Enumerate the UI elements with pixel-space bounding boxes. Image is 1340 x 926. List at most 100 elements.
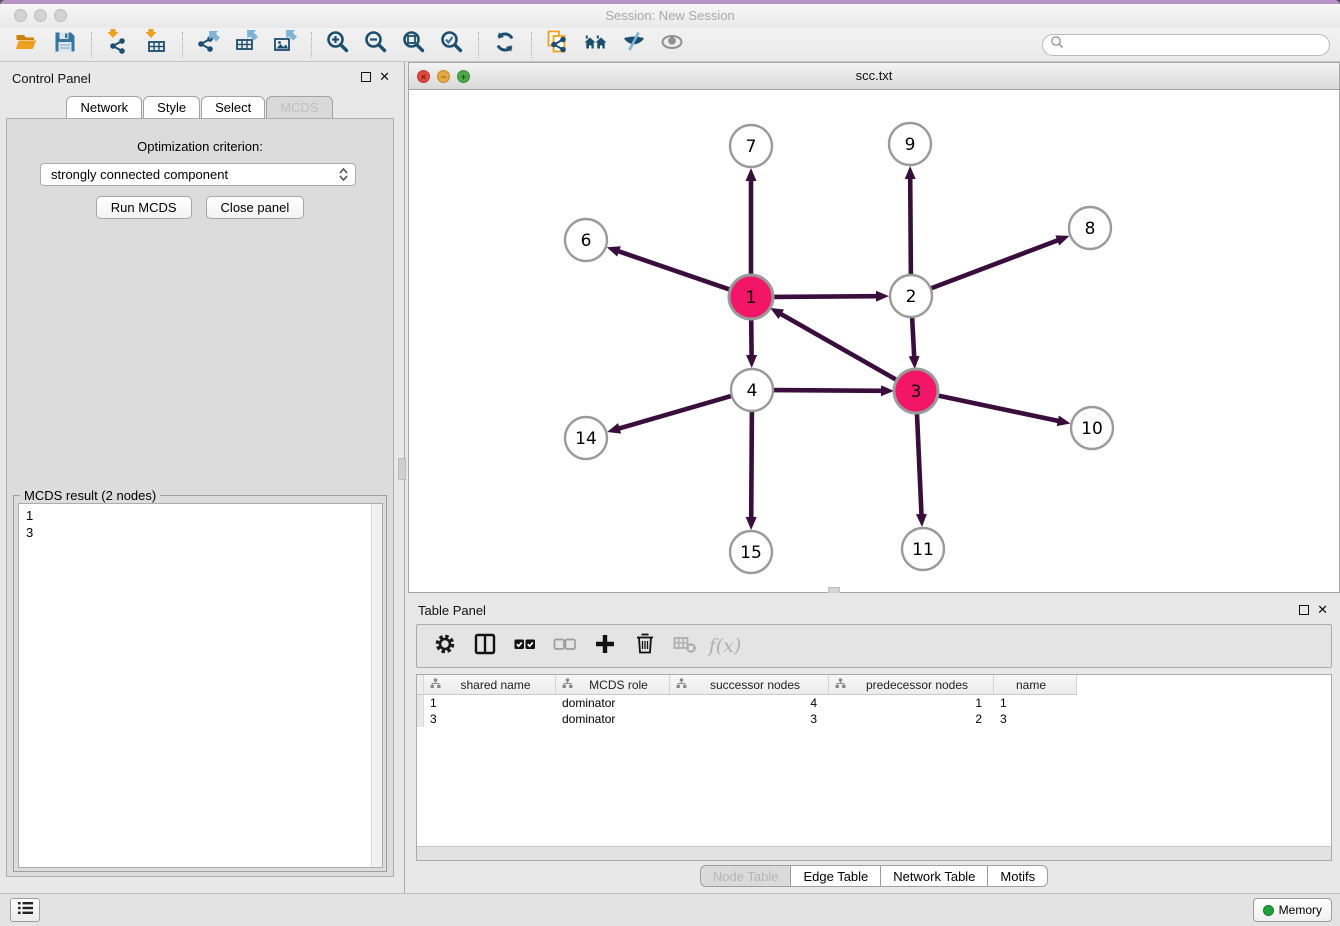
criterion-dropdown[interactable]: strongly connected component bbox=[40, 163, 356, 186]
task-history-button[interactable] bbox=[10, 898, 40, 922]
tab-motifs[interactable]: Motifs bbox=[987, 865, 1048, 887]
graph-edge-4-3[interactable] bbox=[773, 390, 882, 391]
graph-edge-2-3[interactable] bbox=[912, 317, 914, 357]
graph-edge-3-10[interactable] bbox=[937, 395, 1059, 421]
table-panel-title: Table Panel bbox=[418, 603, 486, 618]
export-image-icon bbox=[272, 29, 298, 60]
splitter-handle[interactable] bbox=[398, 458, 406, 480]
toolbar-separator bbox=[478, 32, 479, 58]
graph-node-7[interactable]: 7 bbox=[730, 125, 772, 167]
show-columns-button[interactable] bbox=[467, 631, 503, 661]
export-network-button[interactable] bbox=[190, 30, 228, 60]
graph-node-8[interactable]: 8 bbox=[1069, 207, 1111, 249]
toolbar-separator bbox=[182, 32, 183, 58]
tab-style[interactable]: Style bbox=[143, 96, 200, 118]
graph-node-9[interactable]: 9 bbox=[889, 123, 931, 165]
import-network-button[interactable] bbox=[99, 30, 137, 60]
import-network-icon bbox=[105, 29, 131, 60]
column-header-MCDS-role[interactable]: MCDS role bbox=[556, 675, 670, 695]
column-type-icon bbox=[424, 678, 444, 692]
graph-node-4[interactable]: 4 bbox=[731, 369, 773, 411]
graph-edge-4-14[interactable] bbox=[619, 396, 732, 429]
network-canvas[interactable]: 7 9 6 8 1 2 4 3 14 10 15 11 bbox=[409, 90, 1339, 592]
refresh-network-icon bbox=[492, 29, 518, 60]
zoom-out-button[interactable] bbox=[357, 30, 395, 60]
graph-node-1[interactable]: 1 bbox=[729, 275, 773, 319]
float-panel-icon[interactable] bbox=[361, 72, 371, 82]
svg-text:1: 1 bbox=[746, 288, 757, 308]
show-graphics-icon bbox=[659, 29, 685, 60]
search-input[interactable] bbox=[1064, 36, 1329, 54]
save-session-icon bbox=[52, 29, 78, 60]
close-panel-icon[interactable]: ✕ bbox=[379, 71, 390, 83]
zoom-fit-button[interactable] bbox=[395, 30, 433, 60]
mcds-result-textarea[interactable]: 13 bbox=[18, 503, 383, 868]
zoom-selected-button[interactable] bbox=[433, 30, 471, 60]
float-panel-icon[interactable] bbox=[1299, 605, 1309, 615]
scrollbar-track[interactable] bbox=[417, 846, 1331, 860]
table-cell: 4 bbox=[670, 695, 829, 711]
delete-column-button[interactable] bbox=[627, 631, 663, 661]
select-all-columns-button[interactable] bbox=[507, 631, 543, 661]
refresh-network-button[interactable] bbox=[486, 30, 524, 60]
memory-button[interactable]: Memory bbox=[1253, 898, 1332, 922]
graph-edge-1-2[interactable] bbox=[772, 296, 877, 297]
deselect-all-columns-button[interactable] bbox=[547, 631, 583, 661]
column-header-predecessor-nodes[interactable]: predecessor nodes bbox=[829, 675, 994, 695]
clone-network-icon bbox=[545, 29, 571, 60]
tab-network-table[interactable]: Network Table bbox=[880, 865, 988, 887]
graph-edge-2-8[interactable] bbox=[931, 240, 1059, 288]
graph-node-3[interactable]: 3 bbox=[894, 369, 938, 413]
application-window: Session: New Session Control Panel ✕ Net… bbox=[0, 0, 1340, 926]
graph-node-10[interactable]: 10 bbox=[1071, 407, 1113, 449]
graph-node-15[interactable]: 15 bbox=[730, 531, 772, 573]
zoom-in-button[interactable] bbox=[319, 30, 357, 60]
tab-node-table[interactable]: Node Table bbox=[700, 865, 792, 887]
graph-edge-2-9[interactable] bbox=[910, 178, 911, 275]
export-table-button[interactable] bbox=[228, 30, 266, 60]
scrollbar-track[interactable] bbox=[371, 504, 382, 867]
graph-edge-1-6[interactable] bbox=[618, 251, 731, 290]
search-box[interactable] bbox=[1042, 34, 1330, 56]
tab-network[interactable]: Network bbox=[66, 96, 142, 118]
table-settings-icon bbox=[432, 631, 458, 662]
svg-text:8: 8 bbox=[1085, 219, 1096, 239]
table-row[interactable]: 3dominator323 bbox=[417, 711, 1077, 727]
export-network-icon bbox=[196, 29, 222, 60]
column-header-successor-nodes[interactable]: successor nodes bbox=[670, 675, 829, 695]
network-window-titlebar[interactable]: × − + scc.txt bbox=[409, 63, 1339, 90]
graph-node-6[interactable]: 6 bbox=[565, 219, 607, 261]
open-session-button[interactable] bbox=[8, 30, 46, 60]
graph-node-2[interactable]: 2 bbox=[890, 275, 932, 317]
graph-edge-3-11[interactable] bbox=[917, 412, 922, 515]
close-panel-icon[interactable]: ✕ bbox=[1317, 604, 1328, 616]
tab-select[interactable]: Select bbox=[201, 96, 265, 118]
graph-node-14[interactable]: 14 bbox=[565, 417, 607, 459]
show-graphics-button[interactable] bbox=[653, 30, 691, 60]
toolbar-separator bbox=[311, 32, 312, 58]
table-settings-button[interactable] bbox=[427, 631, 463, 661]
hide-graphics-button[interactable] bbox=[615, 30, 653, 60]
tab-mcds[interactable]: MCDS bbox=[266, 96, 332, 118]
run-mcds-button[interactable]: Run MCDS bbox=[96, 196, 192, 219]
add-column-button[interactable] bbox=[587, 631, 623, 661]
graph-edge-4-15[interactable] bbox=[751, 411, 752, 518]
search-icon bbox=[1050, 35, 1064, 54]
export-image-button[interactable] bbox=[266, 30, 304, 60]
column-header-name[interactable]: name bbox=[994, 675, 1077, 695]
clone-network-button[interactable] bbox=[539, 30, 577, 60]
save-session-button[interactable] bbox=[46, 30, 84, 60]
import-table-button[interactable] bbox=[137, 30, 175, 60]
column-header-shared-name[interactable]: shared name bbox=[424, 675, 556, 695]
close-panel-button[interactable]: Close panel bbox=[206, 196, 305, 219]
control-panel-header: Control Panel ✕ bbox=[0, 68, 400, 90]
list-icon bbox=[17, 901, 34, 920]
table-row[interactable]: 1dominator411 bbox=[417, 695, 1077, 711]
optimization-criterion-label: Optimization criterion: bbox=[7, 139, 393, 154]
tab-edge-table[interactable]: Edge Table bbox=[790, 865, 881, 887]
graph-edge-3-1[interactable] bbox=[781, 314, 898, 381]
mcds-result-legend: MCDS result (2 nodes) bbox=[20, 488, 160, 503]
graph-node-11[interactable]: 11 bbox=[902, 528, 944, 570]
function-builder-button: f(x) bbox=[707, 631, 743, 661]
home-view-button[interactable] bbox=[577, 30, 615, 60]
